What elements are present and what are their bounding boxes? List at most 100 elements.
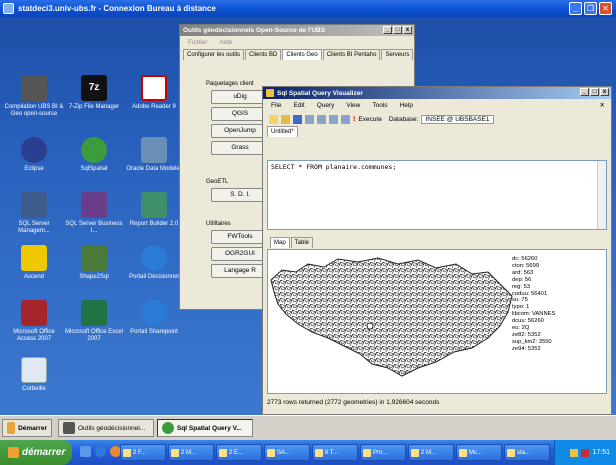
tab-clients-geo[interactable]: Clients Geo (282, 49, 322, 60)
tab-serveurs[interactable]: Serveurs (381, 49, 414, 60)
host-taskbar: démarrer 2 F... 2 M... 2 E... SA... 6 T... Pr… (0, 440, 616, 465)
desktop-icon-oracle[interactable]: Oracle Data Modeler (124, 137, 184, 173)
sdi-button[interactable]: S. D. I. (211, 188, 269, 202)
indent-icon[interactable] (305, 114, 314, 124)
task-app-icon (315, 448, 323, 457)
minimize-button[interactable]: _ (569, 2, 582, 15)
desktop-icon-access[interactable]: Microsoft Office Access 2007 (4, 300, 64, 343)
outdent-icon[interactable] (317, 114, 326, 124)
desktop-icon-sqlspatial[interactable]: SqlSpatial (64, 137, 124, 173)
udig-button[interactable]: uDig (211, 90, 269, 104)
ie-icon[interactable] (95, 446, 106, 457)
save-icon[interactable] (293, 114, 302, 124)
taskbar-sql-spatial[interactable]: Sql Spatial Query V... (157, 419, 253, 437)
menu-fichier[interactable]: Fichier (188, 39, 208, 46)
restore-button[interactable]: ❐ (584, 2, 597, 15)
task-app-icon (267, 448, 275, 457)
rdp-start-button[interactable]: Démarrer (2, 419, 52, 437)
desktop-icon-report-builder[interactable]: Report Builder 2.0 (124, 192, 184, 228)
editor-scrollbar[interactable] (597, 161, 606, 229)
uncomment-icon[interactable] (341, 114, 350, 124)
desktop-icon-excel[interactable]: Microsoft Office Excel 2007 (64, 300, 124, 343)
desktop-icon-portail-sharepoint[interactable]: Portail Sharepoint (124, 300, 184, 336)
host-task-project[interactable]: Pro... (360, 444, 406, 461)
desktop-icon-eclipse[interactable]: Eclipse (4, 137, 64, 173)
tab-clients-bi[interactable]: Clients BI Pentaho (322, 49, 381, 60)
tab-configurer[interactable]: Configurer les outils (183, 49, 245, 60)
menu-tools[interactable]: Tools (372, 102, 387, 109)
menu-aide[interactable]: Aide (220, 39, 233, 46)
qgis-button[interactable]: QGIS (211, 107, 269, 121)
recycle-bin-icon (21, 357, 47, 383)
tray-icon[interactable] (570, 448, 579, 457)
ogr2gui-button[interactable]: OGR2GUI (211, 247, 269, 261)
close-button[interactable]: ✕ (599, 2, 612, 15)
openjump-button[interactable]: OpenJump (211, 124, 269, 138)
host-task-explorer[interactable]: 2 F... (120, 444, 166, 461)
desktop-icon-7zip[interactable]: 7z 7-Zip File Manager (64, 75, 124, 111)
close-button[interactable]: x (600, 88, 609, 96)
grass-button[interactable]: Grass (211, 141, 269, 155)
status-bar-text: 2773 rows returned (2772 geometries) in … (267, 399, 440, 406)
maximize-button[interactable]: □ (590, 88, 599, 96)
menu-file[interactable]: File (271, 102, 281, 109)
desktop-icon-recycle-bin[interactable]: Corbeille (4, 357, 64, 393)
host-task-messenger[interactable]: Mc... (456, 444, 502, 461)
sql-window-title-bar: Sql Spatial Query Visualizer _ □ x (263, 87, 611, 99)
remote-desktop: Compilation UBS BI & Geo open-source 7z … (0, 17, 616, 415)
host-task-sas[interactable]: SA... (264, 444, 310, 461)
tray-icon[interactable] (581, 448, 590, 457)
maximize-button[interactable]: □ (393, 26, 402, 34)
shape2sql-icon (81, 245, 107, 271)
menu-edit[interactable]: Edit (293, 102, 304, 109)
host-task-explorer[interactable]: 2 E... (216, 444, 262, 461)
tab-untitled[interactable]: Untitled* (267, 126, 298, 137)
desktop-icon-compilation[interactable]: Compilation UBS BI & Geo open-source (4, 75, 64, 118)
ssms-icon (21, 192, 47, 218)
close-button[interactable]: x (403, 26, 412, 34)
minimize-button[interactable]: _ (580, 88, 589, 96)
tab-table[interactable]: Table (290, 237, 314, 248)
desktop-icon-ssms[interactable]: SQL Server Managem... (4, 192, 64, 235)
host-task-rdp[interactable]: sta... (504, 444, 550, 461)
menu-view[interactable]: View (346, 102, 360, 109)
desktop-icon-adobe-reader[interactable]: Adobe Reader 9 (124, 75, 184, 111)
map-view[interactable]: dc: 56260 cton: 5699 ard: 563 dep: 56 re… (267, 249, 607, 394)
task-app-icon (219, 448, 227, 457)
new-file-icon[interactable] (269, 114, 278, 124)
execute-button[interactable]: Execute (358, 116, 382, 123)
open-folder-icon[interactable] (281, 114, 290, 124)
rdp-title: statdeci3.univ-ubs.fr - Connexion Bureau… (18, 4, 216, 13)
desktop-icon-bids[interactable]: SQL Server Business I... (64, 192, 124, 235)
desktop-icon-shape2sql[interactable]: Shape2Sql (64, 245, 124, 281)
desktop-icon-portail-decisionnel[interactable]: Portail Décisionnel (124, 245, 184, 281)
host-task-terminal[interactable]: 6 T... (312, 444, 358, 461)
host-task-mail[interactable]: 2 M... (168, 444, 214, 461)
desktop-icon-ascend[interactable]: Ascend (4, 245, 64, 281)
show-desktop-icon[interactable] (80, 446, 91, 457)
sql-editor[interactable]: SELECT * FROM planaire.communes; (267, 160, 607, 230)
app-icon (266, 89, 274, 97)
host-start-button[interactable]: démarrer (0, 440, 72, 465)
rdp-app-icon (3, 3, 14, 14)
outils-icon (63, 422, 75, 434)
menu-query[interactable]: Query (317, 102, 335, 109)
tab-map[interactable]: Map (270, 237, 290, 248)
host-task-mail[interactable]: 2 M... (408, 444, 454, 461)
close-document-icon[interactable]: ✕ (600, 101, 605, 109)
langage-r-button[interactable]: Langage R (211, 264, 269, 278)
sql-toolbar: ! Execute Database: INSEE @ UBSBASE1 (263, 112, 611, 126)
minimize-button[interactable]: _ (383, 26, 392, 34)
rdp-taskbar: Démarrer Outils géodécisionnel... Sql Sp… (0, 415, 616, 440)
database-select[interactable]: INSEE @ UBSBASE1 (421, 114, 494, 124)
menu-help[interactable]: Help (400, 102, 413, 109)
tab-clients-bd[interactable]: Clients BD (245, 49, 282, 60)
task-app-icon (171, 448, 179, 457)
fwtools-button[interactable]: FWTools (211, 230, 269, 244)
cursor-marker (366, 322, 374, 330)
document-tabs: Untitled* (263, 126, 611, 137)
ascend-icon (21, 245, 47, 271)
ie-icon (141, 300, 167, 326)
comment-icon[interactable] (329, 114, 338, 124)
taskbar-outils-geo[interactable]: Outils géodécisionnel... (58, 419, 154, 437)
